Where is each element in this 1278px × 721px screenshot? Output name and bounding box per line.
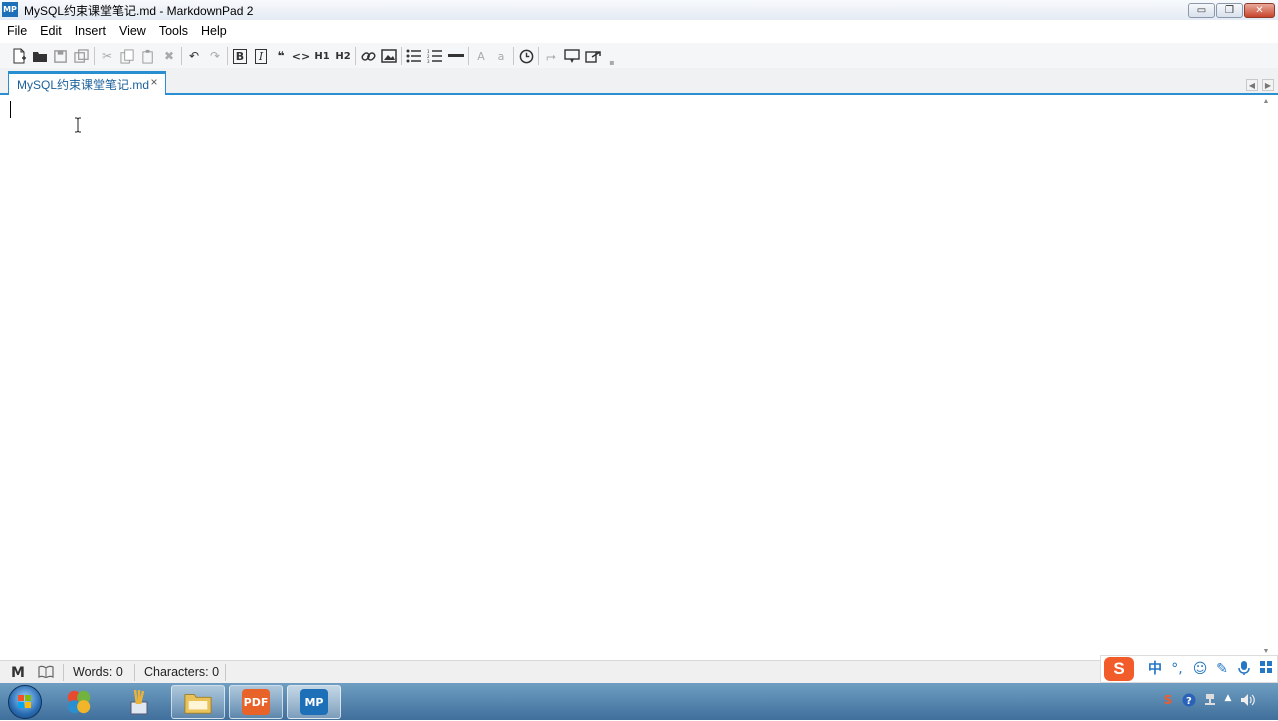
menu-file[interactable]: File [1, 24, 33, 38]
menu-help[interactable]: Help [195, 24, 233, 38]
open-folder-icon[interactable] [31, 47, 49, 65]
tray-sogou-icon[interactable]: S [1160, 693, 1176, 707]
markdownpad-icon: MP [300, 689, 328, 715]
menu-insert[interactable]: Insert [69, 24, 112, 38]
svg-text:3: 3 [427, 59, 430, 63]
menu-edit[interactable]: Edit [34, 24, 68, 38]
undo-icon[interactable]: ↶ [185, 47, 203, 65]
tray-help-icon[interactable]: ? [1181, 693, 1197, 710]
ime-punctuation-icon[interactable]: °, [1168, 660, 1186, 678]
svg-text:?: ? [1186, 696, 1192, 707]
heading-1-icon[interactable]: H1 [313, 47, 331, 65]
taskbar-app-paint[interactable] [114, 685, 164, 719]
vertical-scrollbar[interactable]: ▲ ▼ [1260, 96, 1272, 660]
save-all-icon[interactable] [72, 47, 90, 65]
minimize-button[interactable]: ▭ [1188, 3, 1215, 18]
copy-icon[interactable] [118, 47, 136, 65]
export-icon[interactable] [584, 47, 602, 65]
close-icon: ✕ [1255, 5, 1264, 16]
paint-brushes-icon [125, 689, 153, 715]
tray-network-icon[interactable] [1202, 693, 1218, 710]
lowercase-icon[interactable]: a [492, 47, 510, 65]
markdown-icon[interactable]: M [11, 665, 25, 681]
image-icon[interactable] [380, 47, 398, 65]
tab-close-icon[interactable]: × [148, 76, 160, 88]
taskbar-app-pdf[interactable]: PDF [229, 685, 283, 719]
taskbar-app-media-center[interactable] [56, 685, 102, 719]
windows-logo-icon [8, 685, 42, 719]
ime-grid-icon[interactable] [1257, 660, 1275, 679]
media-center-icon [65, 689, 93, 715]
tab-scroll-left-icon[interactable]: ◀ [1246, 79, 1258, 91]
scroll-up-icon[interactable]: ▲ [1262, 98, 1270, 106]
restore-icon: ❐ [1225, 5, 1234, 16]
save-icon[interactable] [51, 47, 69, 65]
cut-icon[interactable]: ✂ [98, 47, 116, 65]
unordered-list-icon[interactable] [405, 47, 423, 65]
new-document-icon[interactable] [10, 47, 28, 65]
minimize-icon: ▭ [1196, 5, 1207, 16]
ordered-list-icon[interactable]: 123 [426, 47, 444, 65]
heading-2-icon[interactable]: H2 [334, 47, 352, 65]
app-icon: MP [2, 2, 18, 17]
uppercase-icon[interactable]: A [472, 47, 490, 65]
timestamp-icon[interactable] [517, 47, 535, 65]
ime-mic-icon[interactable] [1235, 660, 1253, 681]
book-icon[interactable] [38, 665, 56, 679]
insert-special-icon[interactable]: ⮣ [542, 47, 560, 65]
menu-tools[interactable]: Tools [153, 24, 194, 38]
bold-icon[interactable]: B [231, 47, 249, 65]
start-button[interactable] [2, 684, 46, 720]
paste-icon[interactable] [139, 47, 157, 65]
close-window-button[interactable]: ✕ [1244, 3, 1275, 18]
italic-icon[interactable]: I [252, 47, 270, 65]
taskbar-app-explorer[interactable] [171, 685, 225, 719]
ibeam-cursor-icon [74, 117, 82, 133]
folder-icon [184, 689, 212, 715]
menu-bar: File Edit Insert View Tools Help [0, 20, 1278, 42]
document-tab-label: MySQL约束课堂笔记.md [17, 78, 150, 92]
preview-icon[interactable] [563, 47, 581, 65]
toolbar: ✂ ✖ ↶ ↷ B I ❝ <> H1 H2 123 A a ⮣ ▪ [0, 43, 1278, 69]
maximize-button[interactable]: ❐ [1216, 3, 1243, 18]
status-bar: M Words: 0 Characters: 0 [0, 660, 1278, 683]
horizontal-rule-icon[interactable] [447, 47, 465, 65]
code-icon[interactable]: <> [292, 47, 310, 65]
blockquote-icon[interactable]: ❝ [272, 47, 290, 65]
redo-icon[interactable]: ↷ [206, 47, 224, 65]
editor-area[interactable] [5, 96, 1258, 660]
document-tab[interactable]: MySQL约束课堂笔记.md × [8, 71, 166, 95]
hyperlink-icon[interactable] [359, 47, 377, 65]
text-caret [10, 101, 11, 118]
ime-toolbar: S 中 °, ☺ ✎ [1100, 655, 1278, 683]
word-count: Words: 0 [73, 665, 123, 679]
window-title: MySQL约束课堂笔记.md - MarkdownPad 2 [24, 4, 254, 18]
tray-volume-icon[interactable] [1240, 693, 1256, 710]
tray-show-hidden-icon[interactable]: ▲ [1220, 693, 1236, 703]
sogou-logo-icon[interactable]: S [1104, 657, 1134, 681]
ime-pen-icon[interactable]: ✎ [1213, 660, 1231, 678]
system-tray: S ? ▲ [1150, 683, 1278, 720]
menu-view[interactable]: View [113, 24, 152, 38]
tab-scroll-right-icon[interactable]: ▶ [1262, 79, 1274, 91]
ime-chinese-mode[interactable]: 中 [1146, 660, 1164, 678]
character-count: Characters: 0 [144, 665, 220, 679]
ime-emoji-icon[interactable]: ☺ [1191, 660, 1209, 678]
tab-strip [0, 68, 1278, 95]
pdf-icon: PDF [242, 689, 270, 715]
delete-icon[interactable]: ✖ [160, 47, 178, 65]
title-bar: MP MySQL约束课堂笔记.md - MarkdownPad 2 ▭ ❐ ✕ [0, 0, 1278, 20]
taskbar-app-markdownpad[interactable]: MP [287, 685, 341, 719]
